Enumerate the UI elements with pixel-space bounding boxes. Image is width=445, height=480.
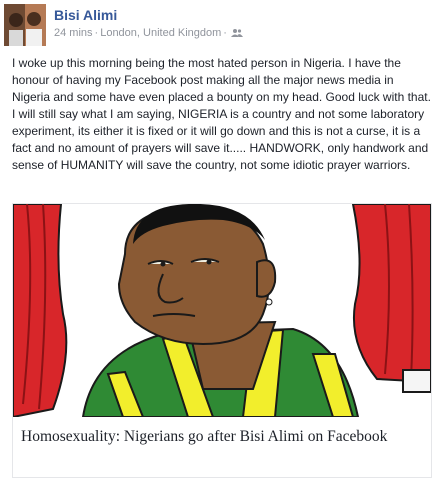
friends-icon[interactable] [230, 28, 243, 41]
meta-separator: · [94, 27, 99, 39]
avatar-photo [4, 4, 46, 46]
author-name[interactable]: Bisi Alimi [54, 7, 117, 23]
post-time[interactable]: 24 mins [54, 27, 93, 39]
avatar[interactable] [4, 4, 46, 46]
post-location[interactable]: London, United Kingdom [100, 27, 221, 39]
meta-separator: · [223, 27, 227, 39]
link-preview-image[interactable] [13, 204, 431, 417]
cartoon-illustration [13, 204, 431, 417]
link-preview-card[interactable]: Homosexuality: Nigerians go after Bisi A… [12, 203, 432, 478]
link-preview-title[interactable]: Homosexuality: Nigerians go after Bisi A… [21, 426, 421, 447]
post-body-text: I woke up this morning being the most ha… [12, 56, 431, 172]
post-meta: 24 mins · London, United Kingdom · [54, 27, 243, 41]
facebook-post: Bisi Alimi 24 mins · London, United Kingdo… [0, 0, 445, 480]
